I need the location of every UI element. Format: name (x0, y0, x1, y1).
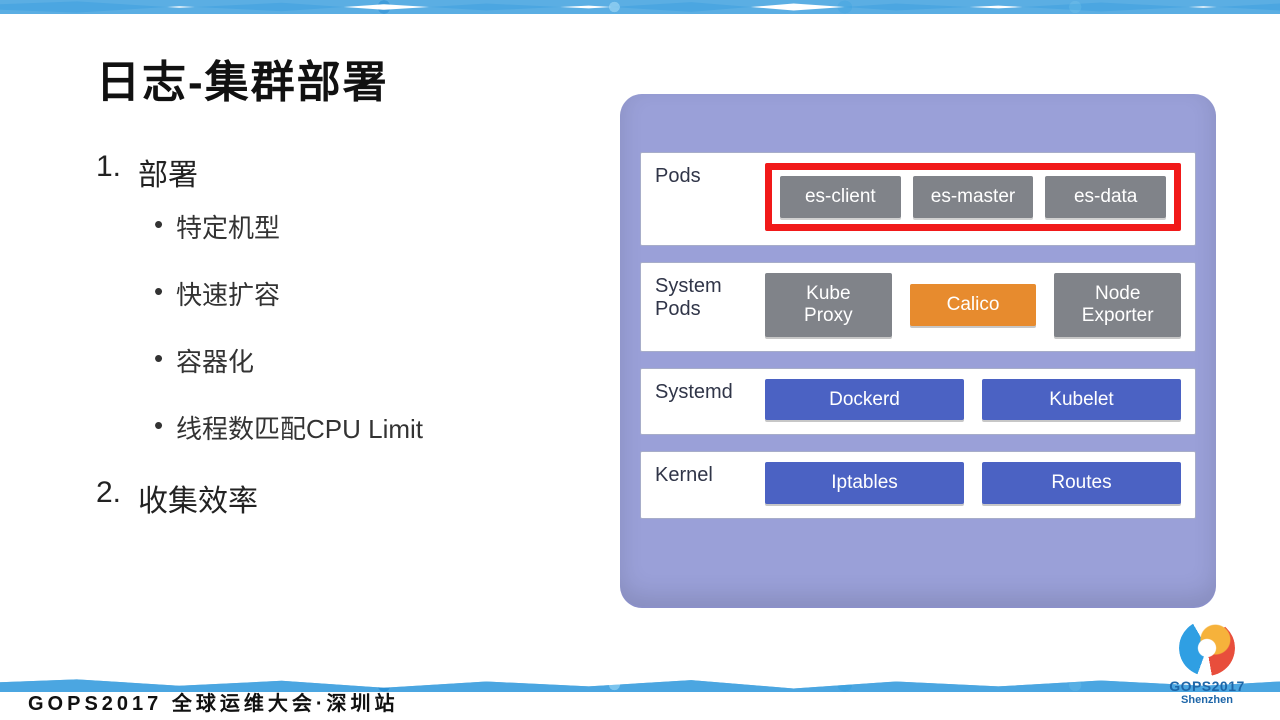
outline-label: 收集效率 (138, 476, 258, 520)
logo-line-1: GOPS2017 (1162, 678, 1252, 694)
layer-label: Systemd (655, 379, 747, 404)
box-node-exporter: Node Exporter (1054, 273, 1181, 337)
box-es-data: es-data (1045, 176, 1166, 218)
layer-pods: Pods es-client es-master es-data (640, 152, 1196, 246)
layer-kernel: Kernel Iptables Routes (640, 451, 1196, 519)
box-kube-proxy: Kube Proxy (765, 273, 892, 337)
box-calico: Calico (910, 284, 1037, 326)
outline-number: 2. (96, 476, 138, 520)
outline-item-1: 1. 部署 (96, 150, 526, 194)
architecture-diagram: Pods es-client es-master es-data System … (620, 94, 1216, 606)
outline-item-2: 2. 收集效率 (96, 476, 526, 520)
box-dockerd: Dockerd (765, 379, 964, 421)
bullet-item: 特定机型 (154, 208, 526, 245)
layer-label: Kernel (655, 462, 747, 487)
layer-label: System Pods (655, 273, 747, 321)
box-iptables: Iptables (765, 462, 964, 504)
box-kubelet: Kubelet (982, 379, 1181, 421)
swirl-icon (1179, 620, 1235, 676)
layer-systemd: Systemd Dockerd Kubelet (640, 368, 1196, 436)
conference-logo: GOPS2017 Shenzhen (1162, 620, 1252, 706)
content-outline: 1. 部署 特定机型 快速扩容 容器化 线程数匹配CPU Limit 2. 收集… (96, 150, 526, 534)
outline-bullets-1: 特定机型 快速扩容 容器化 线程数匹配CPU Limit (154, 208, 526, 446)
footer-text: GOPS2017 全球运维大会·深圳站 (28, 687, 399, 716)
bullet-item: 线程数匹配CPU Limit (154, 409, 526, 446)
box-es-client: es-client (780, 176, 901, 218)
highlight-box: es-client es-master es-data (765, 163, 1181, 231)
outline-label: 部署 (138, 150, 198, 194)
decorative-brush-top (0, 0, 1280, 14)
layer-label: Pods (655, 163, 747, 188)
bullet-item: 容器化 (154, 342, 526, 379)
bullet-item: 快速扩容 (154, 275, 526, 312)
layer-system-pods: System Pods Kube Proxy Calico Node Expor… (640, 262, 1196, 352)
slide-title: 日志-集群部署 (96, 46, 389, 110)
box-es-master: es-master (913, 176, 1034, 218)
logo-line-2: Shenzhen (1162, 694, 1252, 706)
box-routes: Routes (982, 462, 1181, 504)
outline-number: 1. (96, 150, 138, 194)
